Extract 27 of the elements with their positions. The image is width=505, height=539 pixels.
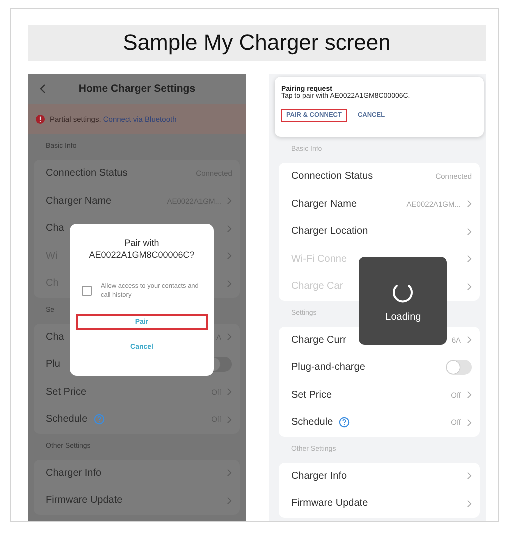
dialog-title: Pair with AE0022A1GM8C00006C? (88, 238, 196, 262)
warning-icon (36, 114, 45, 124)
toast-text: Loading (386, 312, 422, 322)
row-label[interactable]: Set Price (291, 390, 332, 401)
row-label[interactable]: Connection Status (291, 171, 374, 182)
row-label[interactable]: Plug-and-charge (291, 362, 366, 374)
back-icon[interactable] (40, 84, 46, 94)
screen-title: Home Charger Settings (78, 83, 197, 95)
row-label[interactable]: Cha (46, 332, 64, 343)
row-label[interactable]: Schedule (46, 414, 88, 426)
row-label[interactable]: Cha (46, 223, 64, 234)
row-label[interactable]: Charger Name (46, 196, 112, 207)
slide-title: Sample My Charger screen (28, 25, 486, 61)
checkbox[interactable] (82, 286, 92, 296)
row-label[interactable]: Charger Location (291, 226, 368, 238)
row-label[interactable]: Connection Status (46, 168, 128, 180)
toggle-switch[interactable] (446, 360, 472, 376)
row-label[interactable]: Set Price (46, 386, 87, 398)
row-label[interactable]: Charger Info (46, 468, 102, 479)
row-label[interactable]: Charger Info (291, 470, 348, 482)
row-label[interactable]: Charger Name (291, 198, 358, 210)
row-label[interactable]: Firmware Update (291, 498, 368, 510)
row-label[interactable]: Plu (46, 359, 60, 370)
row-label[interactable]: Firmware Update (46, 495, 123, 506)
help-icon[interactable] (339, 417, 350, 428)
row-label[interactable]: Schedule (291, 417, 334, 428)
row-label[interactable]: Charge Curr (291, 334, 346, 346)
